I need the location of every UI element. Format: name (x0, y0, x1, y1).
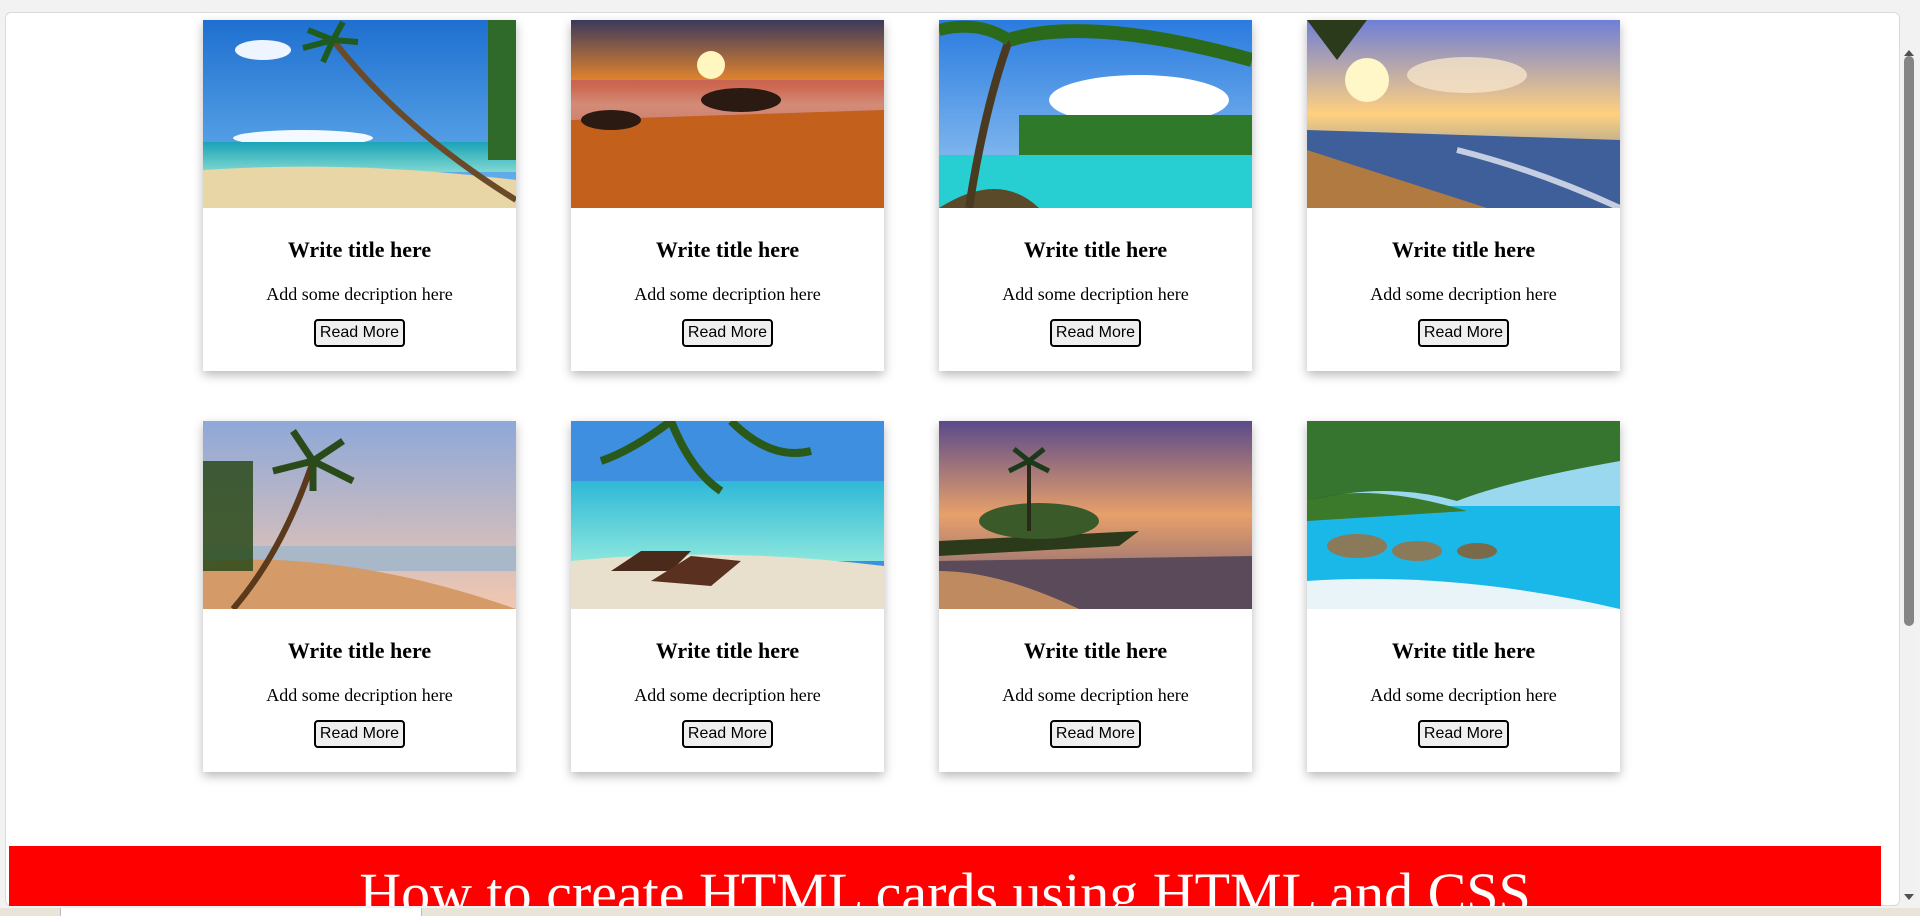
card: Write title here Add some decription her… (1307, 421, 1620, 772)
banner-heading: How to create HTML cards using HTML and … (359, 861, 1531, 907)
card: Write title here Add some decription her… (203, 421, 516, 772)
card-description: Add some decription here (1370, 284, 1557, 304)
read-more-button[interactable]: Read More (1417, 720, 1510, 748)
card-title: Write title here (655, 638, 800, 663)
read-more-button[interactable]: Read More (1049, 319, 1142, 347)
scrollbar-thumb[interactable] (1904, 56, 1914, 626)
card: Write title here Add some decription her… (571, 421, 884, 772)
read-more-button[interactable]: Read More (1417, 319, 1510, 347)
taskbar-strip (0, 908, 1920, 916)
card-image-island-purple-sunset (939, 421, 1252, 609)
card-description: Add some decription here (266, 685, 453, 705)
browser-viewport: Write title here Add some decription her… (5, 12, 1900, 906)
taskbar-search-field[interactable] (60, 908, 422, 916)
page-banner: How to create HTML cards using HTML and … (9, 846, 1881, 906)
vertical-scrollbar[interactable] (1902, 48, 1916, 902)
card-image-beach-palm (203, 20, 516, 208)
read-more-button[interactable]: Read More (313, 319, 406, 347)
card-image-tropical-lagoon (939, 20, 1252, 208)
card: Write title here Add some decription her… (939, 20, 1252, 371)
scroll-down-icon[interactable] (1904, 894, 1914, 900)
read-more-button[interactable]: Read More (313, 720, 406, 748)
card-title: Write title here (655, 237, 800, 262)
card-description: Add some decription here (1002, 284, 1189, 304)
card-description: Add some decription here (1002, 685, 1189, 705)
card-title: Write title here (287, 237, 432, 262)
card: Write title here Add some decription her… (939, 421, 1252, 772)
card-image-sunrise-shoreline (1307, 20, 1620, 208)
card-description: Add some decription here (1370, 685, 1557, 705)
card-image-palm-beach-dusk (203, 421, 516, 609)
read-more-button[interactable]: Read More (681, 319, 774, 347)
card-image-sunset-beach (571, 20, 884, 208)
card-title: Write title here (1391, 237, 1536, 262)
card-title: Write title here (287, 638, 432, 663)
card-description: Add some decription here (634, 685, 821, 705)
card-title: Write title here (1391, 638, 1536, 663)
cards-grid: Write title here Add some decription her… (203, 20, 1620, 772)
read-more-button[interactable]: Read More (1049, 720, 1142, 748)
card-title: Write title here (1023, 638, 1168, 663)
card-description: Add some decription here (266, 284, 453, 304)
card: Write title here Add some decription her… (1307, 20, 1620, 371)
card-description: Add some decription here (634, 284, 821, 304)
card-image-rocky-cove (1307, 421, 1620, 609)
card: Write title here Add some decription her… (571, 20, 884, 371)
read-more-button[interactable]: Read More (681, 720, 774, 748)
card-title: Write title here (1023, 237, 1168, 262)
card-image-beach-loungers (571, 421, 884, 609)
card: Write title here Add some decription her… (203, 20, 516, 371)
